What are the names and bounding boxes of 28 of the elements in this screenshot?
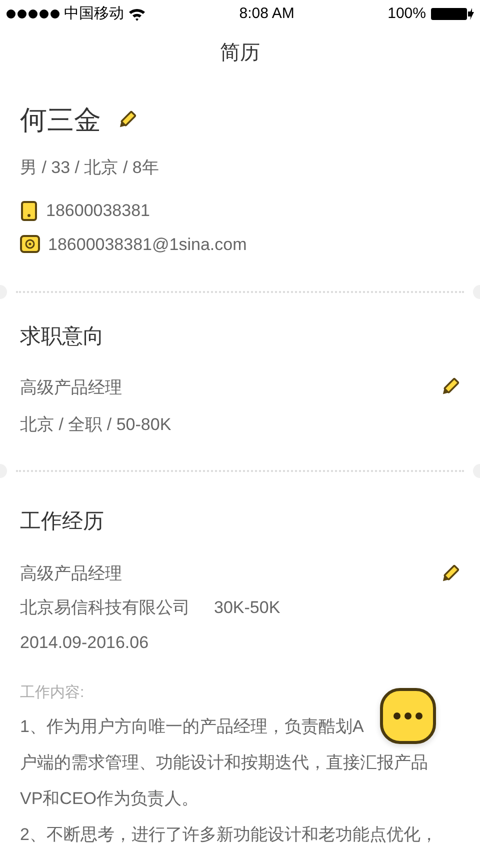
clock-time: 8:08 AM xyxy=(239,4,294,24)
profile-info: 男 / 33 / 北京 / 8年 xyxy=(20,156,160,178)
company-name: 北京易信科技有限公司 xyxy=(20,596,190,618)
email-icon xyxy=(20,235,40,254)
section-title: 工作经历 xyxy=(20,508,105,534)
content-line: 1、作为用户方向唯一的产品经理，负责酷划A xyxy=(20,717,364,736)
content-line: VP和CEO作为负责人。 xyxy=(20,789,199,808)
job-details: 北京 / 全职 / 50-80K xyxy=(20,414,172,436)
signal-icon xyxy=(6,9,60,19)
wifi-icon xyxy=(128,7,146,21)
job-position: 高级产品经理 xyxy=(20,563,122,585)
battery-icon xyxy=(430,7,474,21)
battery-percent: 100% xyxy=(388,4,426,24)
email-address: 18600038381@1sina.com xyxy=(48,234,247,256)
more-button[interactable] xyxy=(380,688,436,744)
content-line: 2、不断思考，进行了许多新功能设计和老功能点优化， xyxy=(20,825,438,844)
content-line: 户端的需求管理、功能设计和按期迭代，直接汇报产品 xyxy=(20,753,428,772)
content-label: 工作内容: xyxy=(20,682,86,702)
job-position: 高级产品经理 xyxy=(20,376,122,398)
more-icon xyxy=(393,712,423,720)
phone-icon xyxy=(20,200,38,221)
work-period: 2014.09-2016.06 xyxy=(20,632,150,654)
phone-number: 18600038381 xyxy=(46,200,150,222)
section-title: 求职意向 xyxy=(20,324,105,350)
salary-range: 30K-50K xyxy=(214,596,280,618)
candidate-name: 何三金 xyxy=(20,104,101,137)
page-title: 简历 xyxy=(220,41,260,66)
carrier-name: 中国移动 xyxy=(64,4,124,24)
